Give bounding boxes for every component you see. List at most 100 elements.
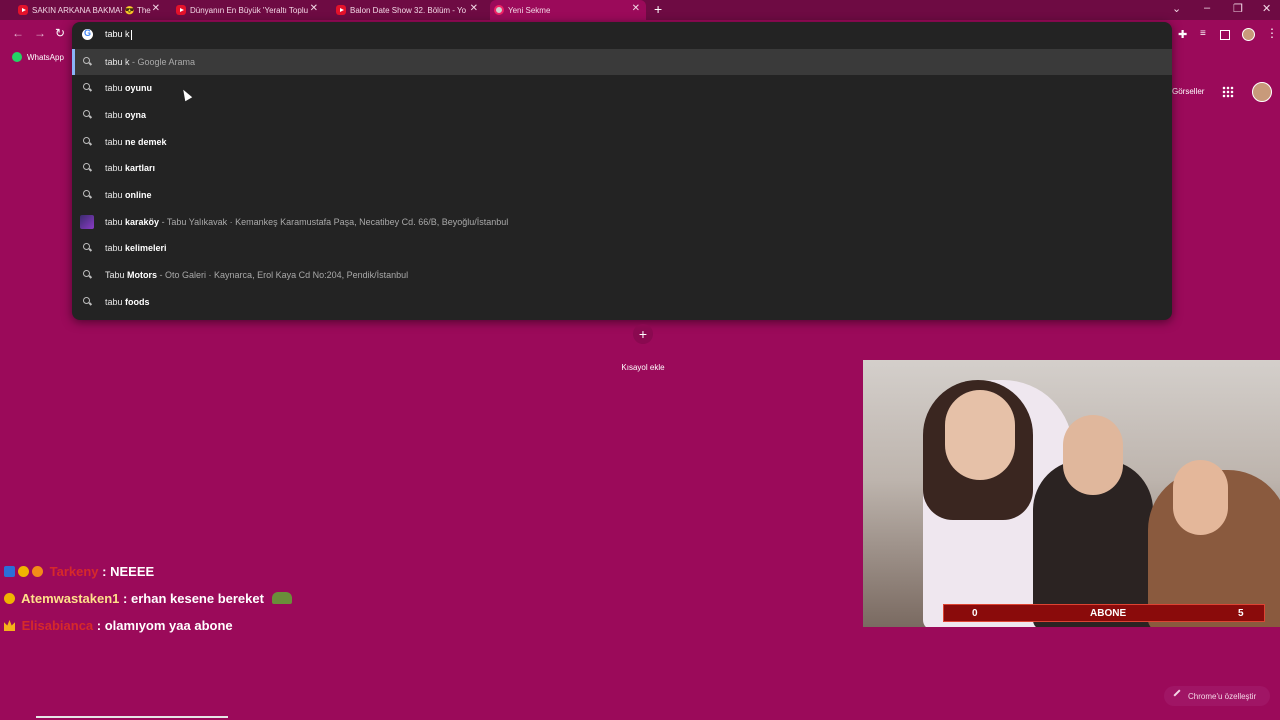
tab-strip: SAKIN ARKANA BAKMA! 😎 The ✕ Dünyanın En …	[0, 0, 1280, 20]
suggestion-item[interactable]: Tabu Motors - Oto Galeri · Kaynarca, Ero…	[72, 262, 1172, 288]
search-icon	[83, 270, 91, 278]
suggestion-text: tabu	[105, 190, 126, 200]
emote-icon	[271, 592, 292, 604]
chat-message: Elisabianca : olamıyom yaa abone	[4, 618, 233, 633]
restore-icon[interactable]: ❐	[1233, 2, 1243, 15]
images-link[interactable]: Görseller	[1172, 87, 1204, 96]
forward-icon[interactable]: →	[34, 26, 46, 40]
badge-icon	[32, 566, 43, 577]
chat-message: Tarkeny : NEEEE	[4, 564, 154, 579]
tab-search-icon[interactable]: ⌄	[1172, 2, 1181, 15]
suggestion-item[interactable]: tabu oyunu	[72, 75, 1172, 101]
suggestion-bold: online	[125, 190, 152, 200]
google-icon	[82, 28, 93, 40]
close-icon[interactable]: ✕	[470, 3, 478, 14]
suggestion-item[interactable]: tabu oyna	[72, 102, 1172, 128]
youtube-icon	[176, 5, 186, 15]
suggestion-bold: foods	[125, 297, 150, 307]
tab-3[interactable]: Balon Date Show 32. Bölüm - Yo ✕	[332, 0, 484, 20]
place-thumbnail	[80, 215, 94, 229]
account-avatar[interactable]	[1252, 82, 1272, 102]
suggestion-text: tabu	[105, 83, 126, 93]
chat-text: : NEEEE	[102, 564, 155, 579]
chat-text: : erhan kesene bereket	[123, 591, 264, 606]
chat-message: Atemwastaken1 : erhan kesene bereket	[4, 591, 292, 606]
suggestion-bold: oyunu	[125, 83, 153, 93]
new-tab-icon[interactable]: +	[654, 1, 662, 17]
suggestion-text: tabu	[105, 297, 126, 307]
badge-icon	[4, 593, 15, 604]
suggestion-bold: oyna	[125, 110, 147, 120]
tab-1[interactable]: SAKIN ARKANA BAKMA! 😎 The ✕	[14, 0, 166, 20]
suggestion-text: tabu k	[105, 57, 130, 67]
address-input[interactable]: tabu k	[105, 29, 132, 40]
suggestion-meta: - Oto Galeri · Kaynarca, Erol Kaya Cd No…	[157, 270, 409, 280]
chat-text: : olamıyom yaa abone	[96, 618, 233, 633]
add-shortcut-button[interactable]: +	[633, 324, 653, 344]
extensions-icon[interactable]: ✚	[1178, 28, 1190, 41]
youtube-icon	[336, 5, 346, 15]
suggestion-bold: kartları	[125, 163, 156, 173]
add-shortcut-label: Kısayol ekle	[621, 363, 665, 372]
crown-icon	[4, 620, 15, 631]
close-icon[interactable]: ✕	[152, 3, 160, 14]
reading-list-icon[interactable]: ≡	[1200, 28, 1212, 40]
suggestion-text: tabu	[105, 163, 126, 173]
tab-2[interactable]: Dünyanın En Büyük 'Yeraltı Toplu ✕	[172, 0, 324, 20]
search-icon	[83, 243, 91, 251]
tab-title: Balon Date Show 32. Bölüm - Yo	[350, 5, 467, 15]
customize-label: Chrome'u özelleştir	[1188, 691, 1257, 701]
suggestion-bold: ne demek	[125, 137, 167, 147]
bookmark-label: WhatsApp	[27, 52, 64, 62]
tab-title: SAKIN ARKANA BAKMA! 😎 The	[32, 5, 151, 15]
search-icon	[83, 297, 91, 305]
suggestion-item[interactable]: tabu kelimeleri	[72, 235, 1172, 261]
suggestion-item[interactable]: tabu karaköy - Tabu Yalıkavak · Kemankeş…	[72, 209, 1172, 235]
suggestion-text: Tabu	[105, 270, 128, 280]
suggestion-item[interactable]: tabu foods	[72, 289, 1172, 315]
goal-current: 0	[972, 607, 978, 619]
suggestion-item[interactable]: tabu ne demek	[72, 129, 1172, 155]
menu-icon[interactable]: ⋮	[1266, 26, 1278, 40]
person-face	[1173, 460, 1228, 535]
bookmark-whatsapp[interactable]: WhatsApp	[12, 52, 64, 62]
profile-avatar[interactable]	[1242, 28, 1255, 41]
suggestion-meta: - Google Arama	[129, 57, 196, 67]
close-icon[interactable]: ✕	[632, 3, 640, 14]
omnibox-dropdown: tabu k tabu k - Google Arama tabu oyunu …	[72, 22, 1172, 320]
webcam-video: 0 ABONE 5	[863, 360, 1280, 627]
chat-username: Atemwastaken1	[21, 591, 120, 606]
search-icon	[83, 190, 91, 198]
badge-icon	[18, 566, 29, 577]
badge-icon	[4, 566, 15, 577]
suggestion-bold: karaköy	[125, 217, 160, 227]
suggestion-text: tabu	[105, 110, 126, 120]
back-icon[interactable]: ←	[12, 26, 24, 40]
search-icon	[83, 83, 91, 91]
suggestion-item[interactable]: tabu k - Google Arama	[72, 49, 1172, 75]
tab-title: Yeni Sekme	[508, 5, 551, 15]
suggestion-bold: Motors	[127, 270, 158, 280]
reload-icon[interactable]: ↻	[55, 26, 65, 40]
chat-username: Elisabianca	[21, 618, 94, 633]
person-face	[945, 390, 1015, 480]
suggestion-text: tabu	[105, 217, 126, 227]
pencil-icon	[1173, 689, 1181, 697]
youtube-icon	[18, 5, 28, 15]
close-window-icon[interactable]: ✕	[1262, 2, 1271, 15]
side-panel-icon[interactable]	[1220, 30, 1230, 40]
minimize-icon[interactable]: –	[1204, 2, 1210, 14]
person-face	[1063, 415, 1123, 495]
suggestion-meta: - Tabu Yalıkavak · Kemankeş Karamustafa …	[159, 217, 509, 227]
chrome-icon	[494, 5, 504, 15]
suggestion-item[interactable]: tabu online	[72, 182, 1172, 208]
address-bar[interactable]: tabu k	[72, 22, 1172, 48]
goal-target: 5	[1238, 607, 1244, 619]
apps-grid-icon[interactable]	[1222, 86, 1234, 98]
search-icon	[83, 57, 91, 65]
search-icon	[83, 163, 91, 171]
tab-4[interactable]: Yeni Sekme ✕	[490, 0, 646, 20]
customize-chrome-button[interactable]: Chrome'u özelleştir	[1164, 686, 1270, 706]
suggestion-item[interactable]: tabu kartları	[72, 155, 1172, 181]
close-icon[interactable]: ✕	[310, 3, 318, 14]
